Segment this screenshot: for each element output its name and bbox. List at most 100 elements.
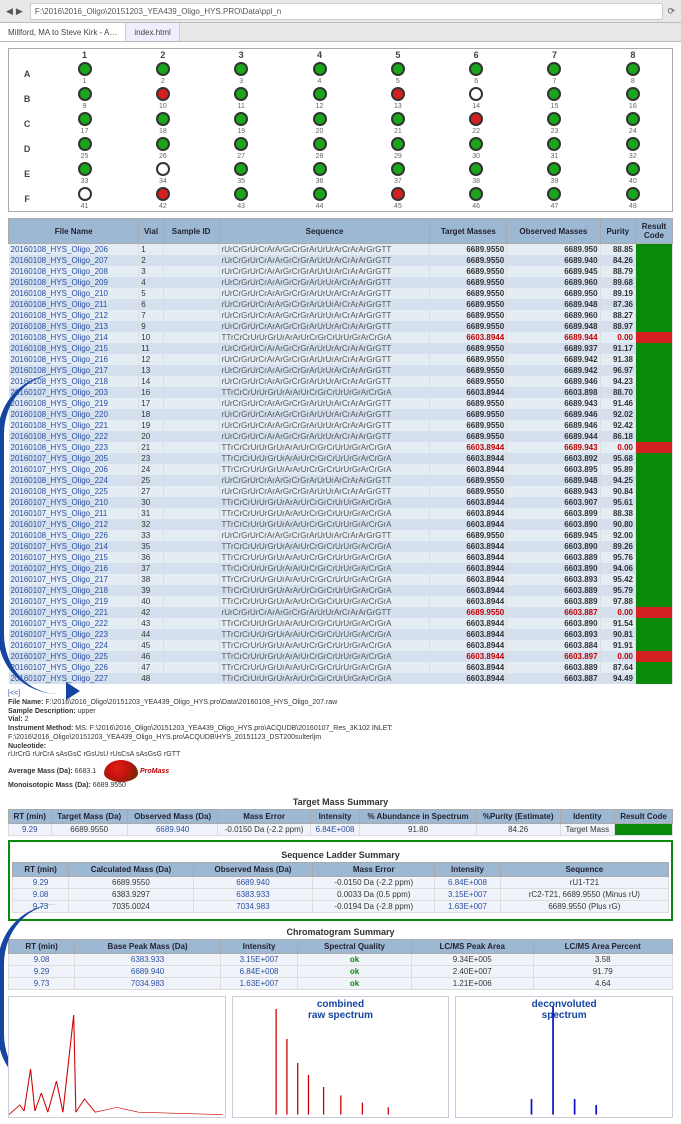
well[interactable] [391, 112, 405, 126]
well[interactable] [234, 87, 248, 101]
well[interactable] [391, 62, 405, 76]
table-row[interactable]: 20160107_HYS_Oligo_21131TTrCrCrUrUrGrUrA… [9, 508, 673, 519]
well[interactable] [469, 87, 483, 101]
table-row[interactable]: 20160108_HYS_Oligo_21917rUrCrGrUrCrArArG… [9, 398, 673, 409]
table-row[interactable]: 20160107_HYS_Oligo_21232TTrCrCrUrUrGrUrA… [9, 519, 673, 530]
refresh-icon[interactable]: ⟳ [667, 6, 675, 17]
table-row[interactable]: 20160108_HYS_Oligo_22527rUrCrGrUrCrArArG… [9, 486, 673, 497]
well[interactable] [391, 162, 405, 176]
well[interactable] [469, 137, 483, 151]
table-row[interactable]: 20160108_HYS_Oligo_2116rUrCrGrUrCrArArGr… [9, 299, 673, 310]
well[interactable] [313, 87, 327, 101]
well[interactable] [234, 162, 248, 176]
table-row[interactable]: 20160108_HYS_Oligo_2061rUrCrGrUrCrArArGr… [9, 244, 673, 256]
well[interactable] [156, 187, 170, 201]
well[interactable] [547, 62, 561, 76]
well[interactable] [313, 137, 327, 151]
well[interactable] [391, 187, 405, 201]
well[interactable] [234, 137, 248, 151]
target-summary-table: RT (min)Target Mass (Da)Observed Mass (D… [8, 809, 673, 836]
well[interactable] [78, 162, 92, 176]
table-row[interactable]: 20160108_HYS_Oligo_21511rUrCrGrUrCrArArG… [9, 343, 673, 354]
well[interactable] [156, 137, 170, 151]
table-row[interactable]: 20160108_HYS_Oligo_22321TTrCrCrUrUrGrUrA… [9, 442, 673, 453]
table-row[interactable]: 20160107_HYS_Oligo_21637TTrCrCrUrUrGrUrA… [9, 563, 673, 574]
nav-back-icon[interactable]: ◀ [6, 6, 13, 17]
table-row[interactable]: 20160107_HYS_Oligo_22546TTrCrCrUrUrGrUrA… [9, 651, 673, 662]
well[interactable] [626, 87, 640, 101]
url-bar[interactable]: F:\2016\2016_Oligo\20151203_YEA439_Oligo… [30, 3, 664, 20]
tab-strip: Millford, MA to Steve Kirk - A… index.ht… [0, 23, 681, 42]
table-row[interactable]: 20160108_HYS_Oligo_22119rUrCrGrUrCrArArG… [9, 420, 673, 431]
table-row[interactable]: 20160107_HYS_Oligo_21536TTrCrCrUrUrGrUrA… [9, 552, 673, 563]
tab-0[interactable]: Millford, MA to Steve Kirk - A… [0, 23, 126, 41]
well[interactable] [234, 187, 248, 201]
table-row[interactable]: 20160107_HYS_Oligo_21030TTrCrCrUrUrGrUrA… [9, 497, 673, 508]
well[interactable] [156, 162, 170, 176]
well[interactable] [78, 62, 92, 76]
table-row[interactable]: 20160108_HYS_Oligo_2094rUrCrGrUrCrArArGr… [9, 277, 673, 288]
table-row[interactable]: 20160108_HYS_Oligo_2127rUrCrGrUrCrArArGr… [9, 310, 673, 321]
table-row[interactable]: 20160107_HYS_Oligo_21738TTrCrCrUrUrGrUrA… [9, 574, 673, 585]
well[interactable] [469, 187, 483, 201]
well[interactable] [469, 112, 483, 126]
well[interactable] [547, 112, 561, 126]
well[interactable] [626, 62, 640, 76]
well[interactable] [156, 87, 170, 101]
well[interactable] [234, 62, 248, 76]
table-row[interactable]: 20160107_HYS_Oligo_22748TTrCrCrUrUrGrUrA… [9, 673, 673, 684]
well[interactable] [313, 112, 327, 126]
well[interactable] [234, 112, 248, 126]
table-row[interactable]: 20160108_HYS_Oligo_21814rUrCrGrUrCrArArG… [9, 376, 673, 387]
well[interactable] [391, 87, 405, 101]
table-row[interactable]: 20160107_HYS_Oligo_22344TTrCrCrUrUrGrUrA… [9, 629, 673, 640]
well[interactable] [469, 162, 483, 176]
table-row[interactable]: 20160108_HYS_Oligo_2072rUrCrGrUrCrArArGr… [9, 255, 673, 266]
well[interactable] [313, 162, 327, 176]
table-row[interactable]: 20160108_HYS_Oligo_21410TTrCrCrUrUrGrUrA… [9, 332, 673, 343]
well[interactable] [156, 62, 170, 76]
table-row[interactable]: 20160108_HYS_Oligo_2105rUrCrGrUrCrArArGr… [9, 288, 673, 299]
table-row[interactable]: 20160108_HYS_Oligo_21713rUrCrGrUrCrArArG… [9, 365, 673, 376]
well[interactable] [626, 137, 640, 151]
well[interactable] [547, 162, 561, 176]
table-row[interactable]: 20160107_HYS_Oligo_22243TTrCrCrUrUrGrUrA… [9, 618, 673, 629]
well[interactable] [547, 187, 561, 201]
table-row[interactable]: 20160107_HYS_Oligo_22142rUrCrGrUrCrArArG… [9, 607, 673, 618]
back-link[interactable]: [<<] [8, 690, 20, 697]
table-row[interactable]: 20160108_HYS_Oligo_22018rUrCrGrUrCrArArG… [9, 409, 673, 420]
well[interactable] [156, 112, 170, 126]
table-row[interactable]: 20160107_HYS_Oligo_21940TTrCrCrUrUrGrUrA… [9, 596, 673, 607]
table-row[interactable]: 20160108_HYS_Oligo_2139rUrCrGrUrCrArArGr… [9, 321, 673, 332]
well[interactable] [391, 137, 405, 151]
table-row[interactable]: 20160107_HYS_Oligo_20624TTrCrCrUrUrGrUrA… [9, 464, 673, 475]
table-row[interactable]: 20160107_HYS_Oligo_20316TTrCrCrUrUrGrUrA… [9, 387, 673, 398]
ladder-title: Sequence Ladder Summary [12, 850, 669, 860]
table-row[interactable]: 20160107_HYS_Oligo_22647TTrCrCrUrUrGrUrA… [9, 662, 673, 673]
well[interactable] [626, 112, 640, 126]
well[interactable] [469, 62, 483, 76]
tab-1[interactable]: index.html [126, 23, 179, 41]
well[interactable] [626, 162, 640, 176]
table-row[interactable]: 20160107_HYS_Oligo_20523TTrCrCrUrUrGrUrA… [9, 453, 673, 464]
well[interactable] [626, 187, 640, 201]
nav-forward-icon[interactable]: ▶ [16, 6, 23, 17]
well[interactable] [78, 137, 92, 151]
chrom-summary-table: RT (min)Base Peak Mass (Da)IntensitySpec… [8, 939, 673, 990]
well[interactable] [78, 112, 92, 126]
ladder-summary: Sequence Ladder Summary RT (min)Calculat… [8, 840, 673, 921]
well[interactable] [313, 62, 327, 76]
well[interactable] [313, 187, 327, 201]
table-row[interactable]: 20160108_HYS_Oligo_2083rUrCrGrUrCrArArGr… [9, 266, 673, 277]
table-row[interactable]: 20160107_HYS_Oligo_21839TTrCrCrUrUrGrUrA… [9, 585, 673, 596]
table-row[interactable]: 20160108_HYS_Oligo_22220rUrCrGrUrCrArArG… [9, 431, 673, 442]
well[interactable] [78, 87, 92, 101]
well[interactable] [547, 87, 561, 101]
table-row[interactable]: 20160108_HYS_Oligo_21612rUrCrGrUrCrArArG… [9, 354, 673, 365]
table-row[interactable]: 20160107_HYS_Oligo_21435TTrCrCrUrUrGrUrA… [9, 541, 673, 552]
table-row[interactable]: 20160107_HYS_Oligo_22445TTrCrCrUrUrGrUrA… [9, 640, 673, 651]
table-row[interactable]: 20160108_HYS_Oligo_22425rUrCrGrUrCrArArG… [9, 475, 673, 486]
table-row[interactable]: 20160108_HYS_Oligo_22633rUrCrGrUrCrArArG… [9, 530, 673, 541]
well[interactable] [78, 187, 92, 201]
well[interactable] [547, 137, 561, 151]
